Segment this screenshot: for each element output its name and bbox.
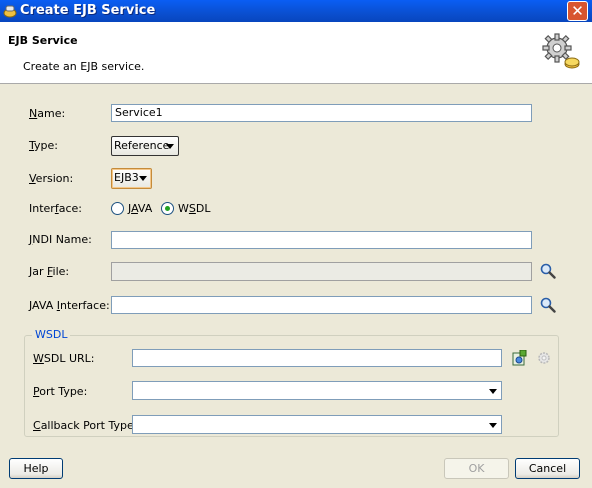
window-title: Create EJB Service bbox=[20, 3, 156, 18]
wsdl-group-title: WSDL bbox=[32, 328, 71, 342]
cancel-button[interactable]: Cancel bbox=[515, 458, 580, 479]
help-button[interactable]: Help bbox=[9, 458, 63, 479]
title-bar: Create EJB Service ✕ bbox=[0, 0, 592, 22]
name-input[interactable]: Service1 bbox=[111, 104, 532, 122]
chevron-down-icon bbox=[489, 423, 497, 428]
wsdl-url-label: WSDL URL: bbox=[33, 352, 95, 365]
browse-wsdl-icon[interactable] bbox=[511, 350, 527, 366]
ok-button[interactable]: OK bbox=[444, 458, 509, 479]
version-dropdown-value: EJB3 bbox=[114, 171, 139, 184]
jar-file-input bbox=[111, 262, 532, 281]
type-dropdown-value: Reference bbox=[114, 139, 170, 152]
chevron-down-icon bbox=[139, 176, 147, 181]
wsdl-radio[interactable] bbox=[161, 202, 174, 215]
java-radio-label[interactable]: JAVA bbox=[128, 202, 152, 216]
header-description: Create an EJB service. bbox=[23, 60, 145, 73]
type-label: Type: bbox=[29, 139, 58, 152]
close-icon: ✕ bbox=[571, 2, 584, 20]
version-label: Version: bbox=[29, 172, 74, 185]
wsdl-radio-label[interactable]: WSDL bbox=[178, 202, 210, 216]
type-dropdown[interactable]: Reference bbox=[111, 136, 179, 156]
gear-wizard-icon bbox=[542, 33, 580, 69]
interface-label: Interface: bbox=[29, 202, 82, 215]
port-type-combobox[interactable] bbox=[132, 381, 502, 400]
dialog-header: EJB Service Create an EJB service. bbox=[0, 22, 592, 84]
header-title: EJB Service bbox=[8, 34, 78, 47]
jndi-name-input[interactable] bbox=[111, 231, 532, 249]
callback-port-type-label: Callback Port Type: bbox=[33, 419, 138, 432]
java-radio[interactable] bbox=[111, 202, 124, 215]
search-icon[interactable] bbox=[540, 297, 556, 313]
callback-port-type-combobox[interactable] bbox=[132, 415, 502, 434]
jndi-name-label: JNDI Name: bbox=[29, 233, 92, 246]
jar-file-label: Jar File: bbox=[29, 265, 70, 278]
name-label: Name: bbox=[29, 107, 66, 120]
chevron-down-icon bbox=[166, 144, 174, 149]
chevron-down-icon bbox=[489, 389, 497, 394]
gear-icon bbox=[538, 352, 550, 364]
close-button[interactable]: ✕ bbox=[567, 1, 588, 21]
wsdl-url-input[interactable] bbox=[132, 349, 502, 367]
search-icon[interactable] bbox=[540, 263, 556, 279]
radio-selected-dot bbox=[165, 206, 170, 211]
port-type-label: Port Type: bbox=[33, 385, 88, 398]
version-dropdown[interactable]: EJB3 bbox=[111, 168, 152, 189]
java-interface-input[interactable] bbox=[111, 296, 532, 314]
java-interface-label: JAVA Interface: bbox=[29, 299, 110, 312]
app-icon bbox=[3, 5, 17, 18]
